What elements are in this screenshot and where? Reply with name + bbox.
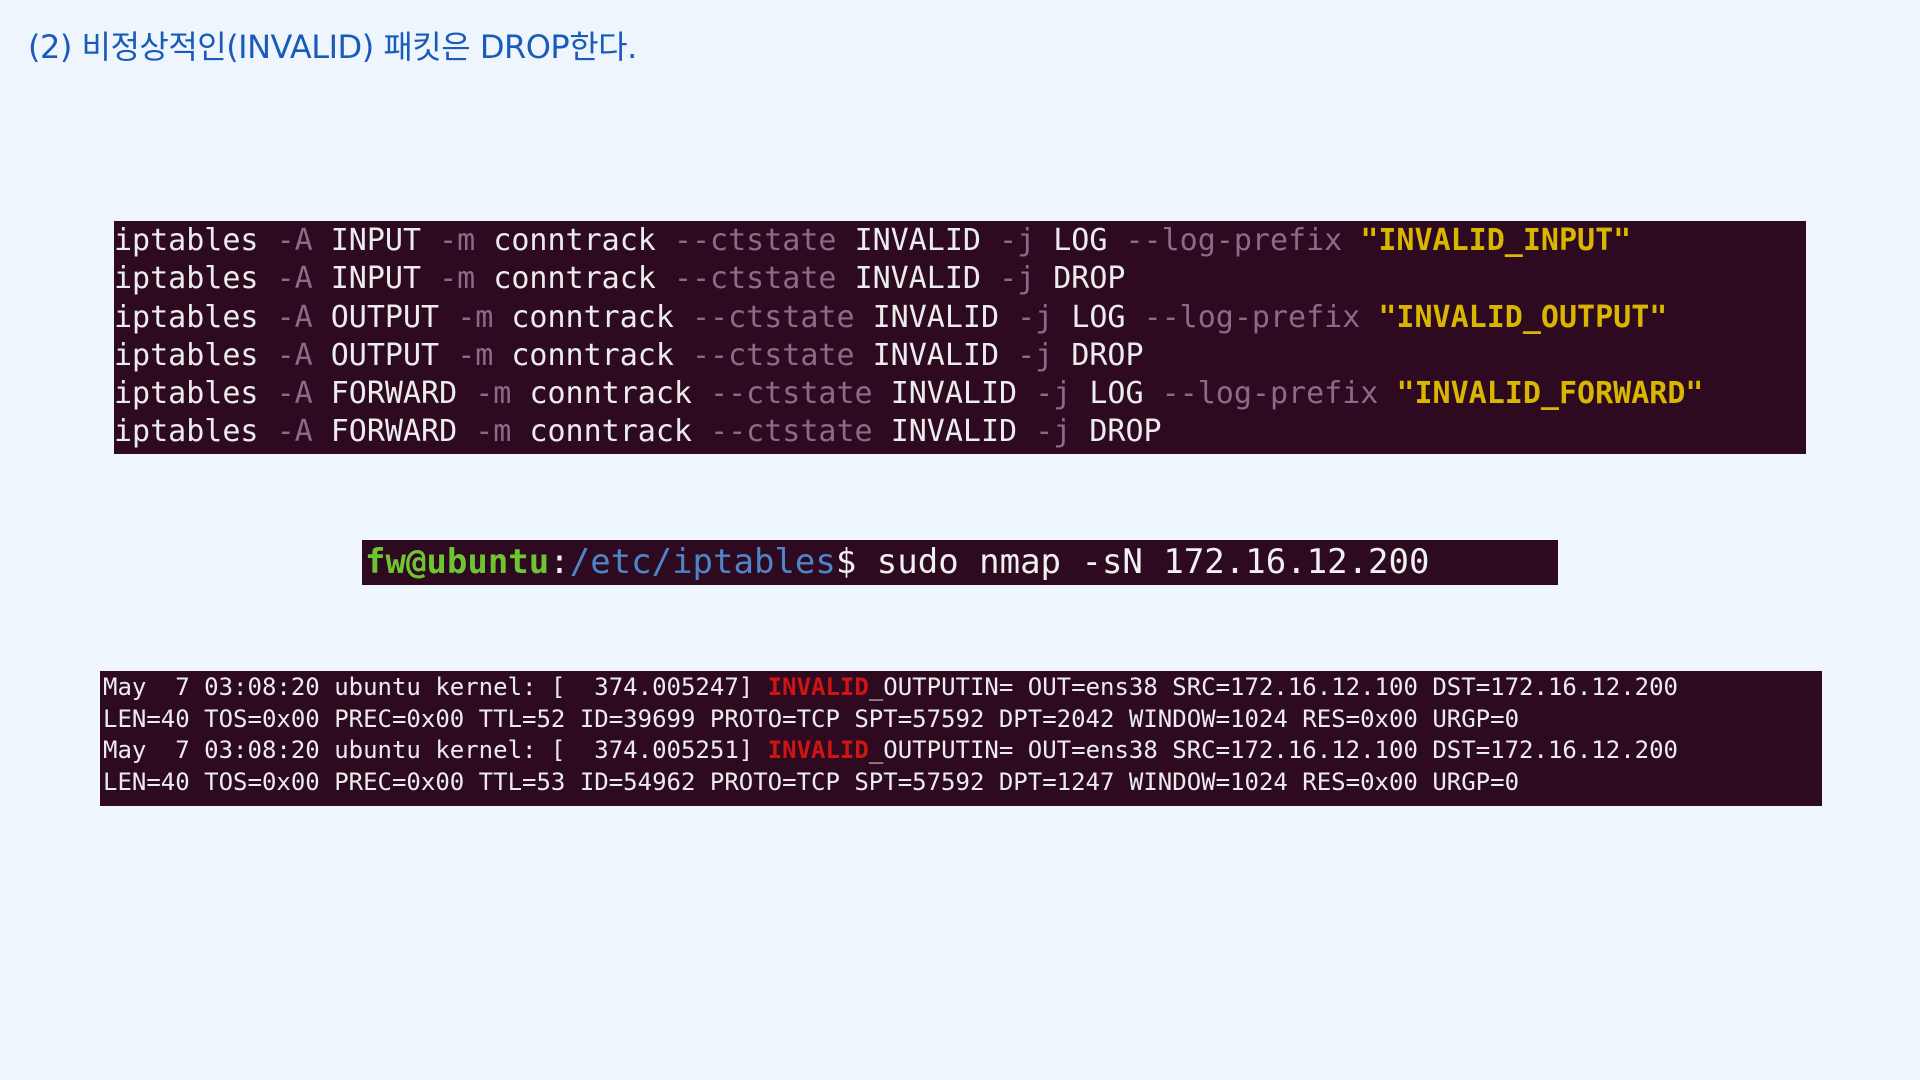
rule-token: INVALID (872, 337, 1018, 373)
rule-token: INPUT (330, 223, 440, 258)
rule-token: --ctstate (673, 261, 855, 297)
rule-token: -j (1035, 376, 1090, 412)
rule-token: --log-prefix (1143, 299, 1379, 335)
rule-token: --ctstate (710, 376, 891, 412)
prompt-path: /etc/iptables (569, 542, 836, 582)
rule-line: iptables -A OUTPUT -m conntrack --ctstat… (114, 337, 1806, 375)
rule-token: OUTPUT (330, 299, 458, 335)
rule-token: "INVALID_INPUT" (1360, 223, 1632, 258)
rule-token: iptables (114, 223, 277, 258)
rule-token: --log-prefix (1161, 376, 1397, 412)
rule-token: iptables (114, 337, 277, 373)
log-text: May 7 03:08:20 ubuntu kernel: [ 374.0052… (103, 736, 768, 764)
rule-token: -j (1035, 414, 1090, 450)
rule-token: -A (276, 337, 331, 373)
rule-token: iptables (114, 376, 277, 412)
rule-token: -m (475, 414, 530, 450)
prompt-command: sudo nmap -sN 172.16.12.200 (856, 542, 1430, 582)
rule-token: --ctstate (673, 223, 855, 258)
log-text: May 7 03:08:20 ubuntu kernel: [ 374.0052… (103, 673, 768, 701)
rule-token: INVALID (872, 299, 1018, 335)
prompt-user-host: fw@ubuntu (365, 542, 550, 582)
iptables-rules-terminal: iptables -A INPUT -m conntrack --ctstate… (114, 221, 1806, 454)
rule-token: "INVALID_FORWARD" (1396, 376, 1704, 412)
kernel-log-terminal: May 7 03:08:20 ubuntu kernel: [ 374.0052… (100, 671, 1822, 806)
rule-token: -j (1017, 337, 1072, 373)
rule-token: -j (999, 261, 1054, 297)
log-text: LEN=40 TOS=0x00 PREC=0x00 TTL=52 ID=3969… (103, 704, 1520, 733)
log-text: _OUTPUTIN= OUT=ens38 SRC=172.16.12.100 D… (868, 736, 1678, 764)
rule-line: iptables -A FORWARD -m conntrack --ctsta… (114, 413, 1806, 451)
log-line: LEN=40 TOS=0x00 PREC=0x00 TTL=52 ID=3969… (103, 704, 1822, 736)
rule-token: INVALID (854, 223, 1000, 258)
rule-token: iptables (114, 414, 277, 450)
rule-token: -A (276, 299, 331, 335)
page-heading: (2) 비정상적인(INVALID) 패킷은 DROP한다. (28, 28, 637, 66)
rule-token: INVALID (854, 261, 1000, 297)
log-invalid-prefix: INVALID (767, 736, 869, 764)
rule-token: --log-prefix (1125, 223, 1361, 258)
rule-token: INVALID (890, 376, 1036, 412)
rule-token: conntrack (511, 337, 692, 373)
rule-token: conntrack (529, 414, 711, 450)
rule-token: LOG (1071, 299, 1144, 335)
rule-token: -m (439, 223, 494, 258)
rule-line: iptables -A OUTPUT -m conntrack --ctstat… (114, 299, 1806, 337)
rule-token: --ctstate (710, 414, 891, 450)
log-line: LEN=40 TOS=0x00 PREC=0x00 TTL=53 ID=5496… (103, 767, 1822, 799)
rule-token: iptables (114, 299, 277, 335)
log-text: _OUTPUTIN= OUT=ens38 SRC=172.16.12.100 D… (868, 673, 1678, 701)
nmap-command-terminal: fw@ubuntu:/etc/iptables$ sudo nmap -sN 1… (362, 540, 1558, 585)
rule-token: -A (276, 223, 331, 258)
rule-token: INPUT (330, 261, 440, 297)
rule-token: FORWARD (330, 376, 476, 412)
rule-token: DROP (1089, 414, 1162, 450)
rule-token: -m (475, 376, 530, 412)
rule-token: INVALID (890, 414, 1036, 450)
rule-token: -A (276, 261, 331, 297)
rule-line: iptables -A INPUT -m conntrack --ctstate… (114, 260, 1806, 298)
rule-token: -m (457, 299, 512, 335)
rule-token: -m (439, 261, 494, 297)
rule-token: iptables (114, 261, 277, 297)
rule-line: iptables -A FORWARD -m conntrack --ctsta… (114, 375, 1806, 413)
rule-token: -j (999, 223, 1054, 258)
rule-token: --ctstate (692, 337, 873, 373)
rule-token: -m (457, 337, 512, 373)
rule-token: -A (276, 376, 331, 412)
rule-token: -A (276, 414, 331, 450)
rule-token: LOG (1053, 223, 1126, 258)
log-line: May 7 03:08:20 ubuntu kernel: [ 374.0052… (103, 735, 1822, 767)
rule-token: LOG (1089, 376, 1162, 412)
rule-token: --ctstate (692, 299, 873, 335)
log-line: May 7 03:08:20 ubuntu kernel: [ 374.0052… (103, 672, 1822, 704)
rule-line: iptables -A INPUT -m conntrack --ctstate… (114, 222, 1806, 260)
log-text: LEN=40 TOS=0x00 PREC=0x00 TTL=53 ID=5496… (103, 767, 1520, 796)
rule-token: conntrack (493, 261, 674, 297)
rule-token: DROP (1053, 261, 1126, 297)
rule-token: OUTPUT (330, 337, 458, 373)
rule-token: -j (1017, 299, 1072, 335)
rule-token: "INVALID_OUTPUT" (1378, 299, 1668, 335)
rule-token: conntrack (529, 376, 711, 412)
rule-token: conntrack (493, 223, 674, 258)
prompt-separator: : (549, 542, 570, 582)
log-invalid-prefix: INVALID (767, 673, 869, 701)
rule-token: DROP (1071, 337, 1144, 373)
rule-token: FORWARD (330, 414, 476, 450)
rule-token: conntrack (511, 299, 692, 335)
prompt-dollar: $ (835, 542, 857, 582)
